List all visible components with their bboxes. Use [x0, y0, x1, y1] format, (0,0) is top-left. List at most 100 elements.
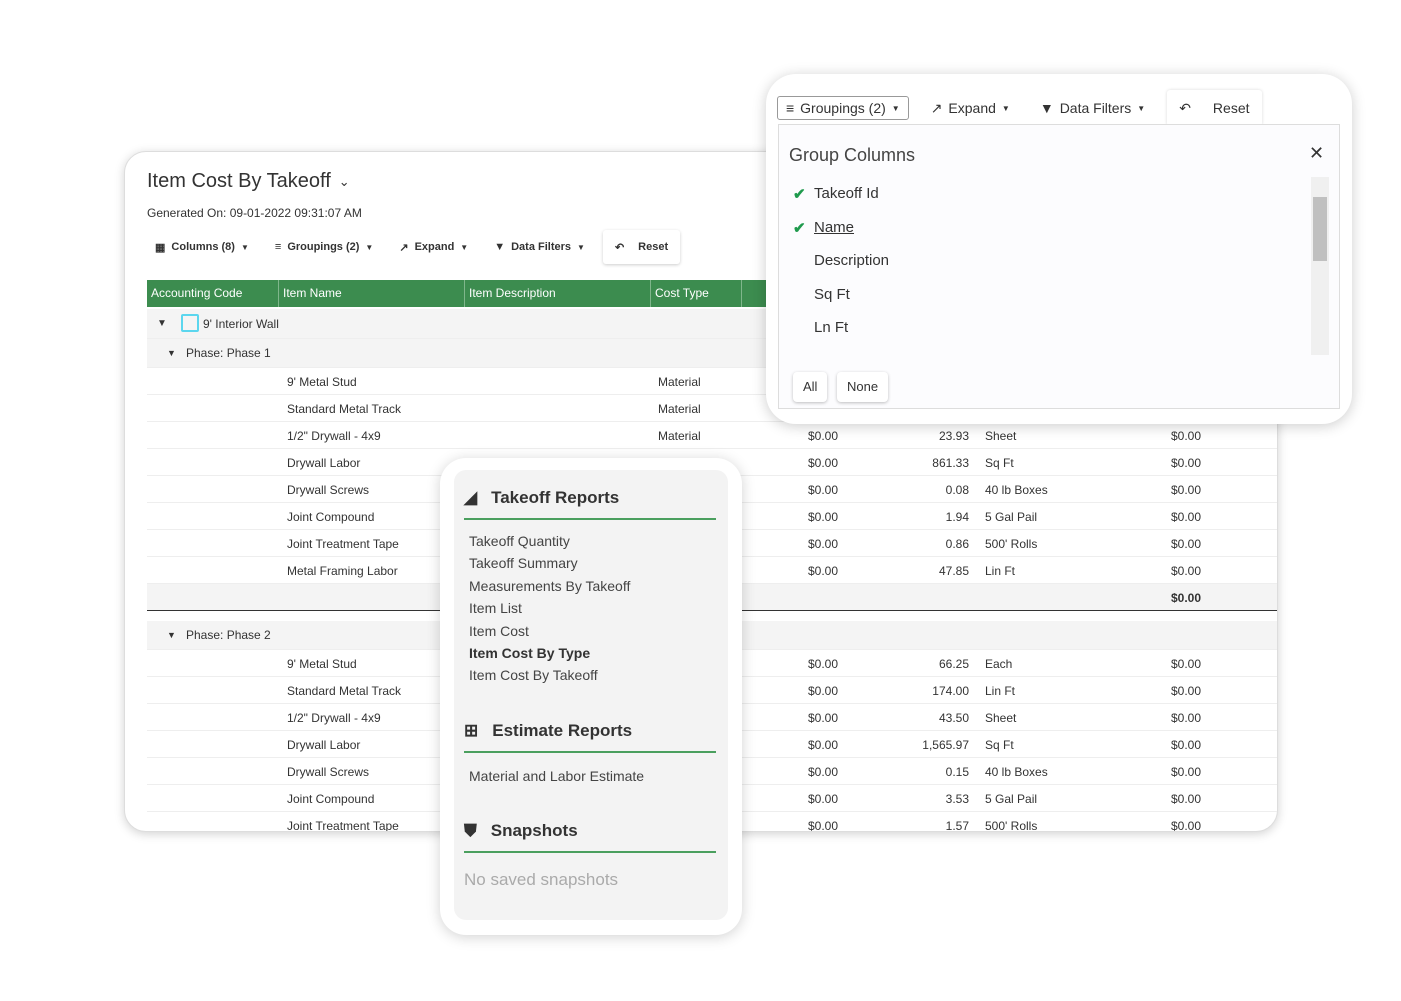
table-icon: ⊞ [464, 721, 479, 740]
total: $0.00 [1170, 429, 1201, 443]
item-name: 1/2" Drywall - 4x9 [287, 711, 381, 725]
item-name: 1/2" Drywall - 4x9 [287, 429, 381, 443]
quantity: 861.33 [932, 456, 969, 470]
select-all-button[interactable]: All [793, 372, 828, 402]
report-title: Item Cost By Takeoff [147, 170, 331, 192]
report-link[interactable]: Item Cost By Takeoff [469, 667, 598, 683]
header-cost-type[interactable]: Cost Type [651, 280, 742, 307]
quantity: 0.86 [945, 537, 969, 551]
popup-toolbar: ≡ Groupings (2) ▼ ↗ Expand ▼ ▼ Data Filters ▼ … [777, 90, 1262, 126]
expand-button[interactable]: ↗ Expand ▼ [391, 232, 477, 262]
report-link[interactable]: Takeoff Summary [469, 555, 578, 571]
report-link[interactable]: Item List [469, 600, 522, 616]
total: $0.00 [1170, 483, 1201, 497]
undo-icon: ↶ [614, 241, 625, 254]
header-item-description[interactable]: Item Description [465, 280, 651, 307]
item-name: Joint Treatment Tape [287, 537, 399, 551]
caret-down-icon: ▼ [891, 103, 900, 113]
item-name: Drywall Labor [287, 456, 361, 470]
unit: 500' Rolls [985, 537, 1038, 551]
total: $0.00 [1170, 738, 1201, 752]
subtotal: $0.00 [1170, 591, 1201, 605]
filter-icon: ▼ [494, 241, 506, 253]
report-link[interactable]: Measurements By Takeoff [469, 578, 630, 594]
table-row: 1/2" Drywall - 4x9 Material $0.00 23.93 Shee… [147, 422, 1277, 449]
unit-cost: $0.00 [808, 792, 839, 806]
quantity: 1.57 [945, 819, 969, 832]
unit: Sheet [985, 711, 1017, 725]
panel-title: Group Columns [789, 145, 916, 165]
total: $0.00 [1170, 510, 1201, 524]
select-none-button[interactable]: None [837, 372, 889, 402]
chevron-down-icon: ⌄ [338, 173, 350, 189]
groupings-button[interactable]: ≡ Groupings (2) ▼ [266, 232, 382, 262]
unit-cost: $0.00 [808, 429, 839, 443]
header-item-name[interactable]: Item Name [279, 280, 465, 307]
caret-down-icon: ▼ [1001, 103, 1010, 113]
group-column-option[interactable]: Sq Ft [814, 286, 850, 303]
unit: 5 Gal Pail [985, 792, 1038, 806]
total: $0.00 [1170, 537, 1201, 551]
reset-button[interactable]: ↶ Reset [1167, 90, 1262, 126]
data-filters-button[interactable]: ▼ Data Filters ▼ [1031, 96, 1154, 120]
item-name: Standard Metal Track [287, 402, 402, 416]
unit-cost: $0.00 [808, 765, 839, 779]
group-column-option[interactable]: Takeoff Id [814, 185, 879, 202]
group-column-option[interactable]: Description [814, 252, 889, 269]
group-column-option[interactable]: Name [814, 219, 854, 236]
cost-type: Material [658, 402, 701, 416]
quantity: 23.93 [938, 429, 969, 443]
phase-label: Phase: Phase 1 [186, 346, 271, 360]
caret-down-icon: ▼ [240, 242, 249, 252]
quantity: 1,565.97 [922, 738, 969, 752]
layers-icon: ≡ [274, 241, 282, 253]
total: $0.00 [1170, 684, 1201, 698]
data-filters-button[interactable]: ▼ Data Filters ▼ [486, 232, 593, 262]
snapshots-empty: No saved snapshots [464, 870, 619, 889]
generated-on: Generated On: 09-01-2022 09:31:07 AM [147, 206, 362, 220]
report-link[interactable]: Material and Labor Estimate [469, 768, 644, 784]
filter-icon: ▼ [1039, 100, 1054, 116]
unit: 5 Gal Pail [985, 510, 1038, 524]
close-icon[interactable]: ✕ [1309, 143, 1324, 164]
quantity: 47.85 [938, 564, 969, 578]
total: $0.00 [1170, 711, 1201, 725]
database-icon: ⛊ [464, 821, 477, 840]
group-column-option[interactable]: Ln Ft [814, 319, 848, 336]
header-accounting-code[interactable]: Accounting Code [147, 280, 279, 307]
unit: Sq Ft [985, 456, 1014, 470]
item-name: Drywall Screws [287, 765, 370, 779]
takeoff-reports-header: ◢ Takeoff Reports [464, 488, 716, 520]
unit: Lin Ft [985, 564, 1016, 578]
unit-cost: $0.00 [808, 483, 839, 497]
reset-button[interactable]: ↶ Reset [602, 230, 681, 264]
item-name: 9' Metal Stud [287, 657, 357, 671]
report-title-dropdown[interactable]: Item Cost By Takeoff ⌄ [147, 170, 350, 193]
caret-down-icon: ▼ [365, 242, 374, 252]
columns-button[interactable]: ▦ Columns (8) ▼ [147, 232, 257, 262]
undo-icon: ↶ [1179, 99, 1191, 116]
quantity: 43.50 [938, 711, 969, 725]
unit-cost: $0.00 [808, 510, 839, 524]
takeoff-shape-icon [181, 314, 199, 332]
expand-icon: ↗ [399, 241, 409, 254]
expand-button[interactable]: ↗ Expand ▼ [922, 96, 1018, 120]
report-link[interactable]: Item Cost [469, 623, 529, 639]
total: $0.00 [1170, 765, 1201, 779]
scrollbar[interactable] [1311, 177, 1329, 355]
check-icon: ✔ [793, 219, 806, 237]
unit-cost: $0.00 [808, 657, 839, 671]
report-link[interactable]: Takeoff Quantity [469, 533, 570, 549]
unit: 40 lb Boxes [985, 483, 1048, 497]
groupings-button[interactable]: ≡ Groupings (2) ▼ [777, 96, 909, 120]
reports-menu: ◢ Takeoff Reports Takeoff Quantity Takeoff… [440, 458, 742, 935]
phase-label: Phase: Phase 2 [186, 628, 271, 642]
caret-down-icon: ▼ [577, 242, 585, 252]
layers-icon: ≡ [786, 100, 795, 116]
unit: Sq Ft [985, 738, 1014, 752]
item-name: Standard Metal Track [287, 684, 402, 698]
quantity: 0.08 [945, 483, 969, 497]
report-link[interactable]: Item Cost By Type [469, 645, 590, 661]
quantity: 3.53 [945, 792, 969, 806]
unit: Sheet [985, 429, 1017, 443]
